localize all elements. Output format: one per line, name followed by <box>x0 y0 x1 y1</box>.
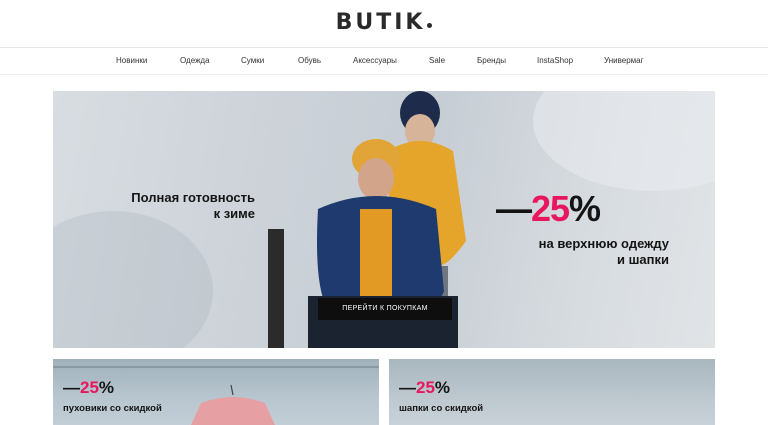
hero-title-line: Полная готовность <box>131 190 255 205</box>
hero-subtitle: на верхнюю одежду и шапки <box>483 236 669 268</box>
hero-subtitle-line: на верхнюю одежду <box>538 236 669 251</box>
promo-card-down-jackets[interactable]: —25% пуховики со скидкой <box>53 359 379 425</box>
discount-percent-sign: % <box>569 188 601 229</box>
background-texture <box>53 211 213 348</box>
nav-item-department-store[interactable]: Универмаг <box>604 56 644 65</box>
hero-title-line: к зиме <box>213 206 255 221</box>
nav-item-bags[interactable]: Сумки <box>241 56 264 65</box>
nav-item-accessories[interactable]: Аксессуары <box>353 56 397 65</box>
site-header: BUTIK <box>0 0 768 48</box>
discount-percent-sign: % <box>98 378 115 397</box>
discount-dash: — <box>399 378 416 397</box>
logo-text: BUTIK <box>335 10 426 35</box>
discount-number: 25 <box>416 378 435 397</box>
promo-discount: —25% <box>63 379 114 397</box>
promo-discount: —25% <box>399 379 450 397</box>
nav-item-shoes[interactable]: Обувь <box>298 56 321 65</box>
promo-subtitle: пуховики со скидкой <box>63 403 162 414</box>
nav-item-brands[interactable]: Бренды <box>477 56 506 65</box>
discount-percent-sign: % <box>434 378 451 397</box>
hero-title: Полная готовность к зиме <box>83 190 255 222</box>
hero-banner[interactable]: Полная готовность к зиме —25% на верхнюю… <box>53 91 715 348</box>
logo-dot <box>427 23 433 28</box>
discount-dash: — <box>63 378 80 397</box>
discount-dash: — <box>496 188 532 229</box>
nav-item-clothing[interactable]: Одежда <box>180 56 210 65</box>
shop-now-button[interactable]: ПЕРЕЙТИ К ПОКУПКАМ <box>318 298 452 320</box>
nav-item-new[interactable]: Новинки <box>116 56 147 65</box>
main-navigation: Новинки Одежда Сумки Обувь Аксессуары Sa… <box>0 48 768 75</box>
man-sweater <box>360 209 392 299</box>
man-face <box>358 158 394 200</box>
hero-discount: —25% <box>496 188 601 229</box>
hanger-hook <box>230 384 234 396</box>
site-logo[interactable]: BUTIK <box>0 10 768 35</box>
discount-number: 25 <box>80 378 99 397</box>
promo-subtitle: шапки со скидкой <box>399 403 484 414</box>
promo-card-hats[interactable]: —25% шапки со скидкой <box>389 359 715 425</box>
nav-item-instashop[interactable]: InstaShop <box>537 56 573 65</box>
pink-down-jacket <box>191 397 275 425</box>
background-texture <box>533 91 715 191</box>
hero-subtitle-line: и шапки <box>616 252 669 267</box>
nav-item-sale[interactable]: Sale <box>429 56 445 65</box>
chair-back <box>268 229 284 348</box>
discount-number: 25 <box>531 188 570 229</box>
